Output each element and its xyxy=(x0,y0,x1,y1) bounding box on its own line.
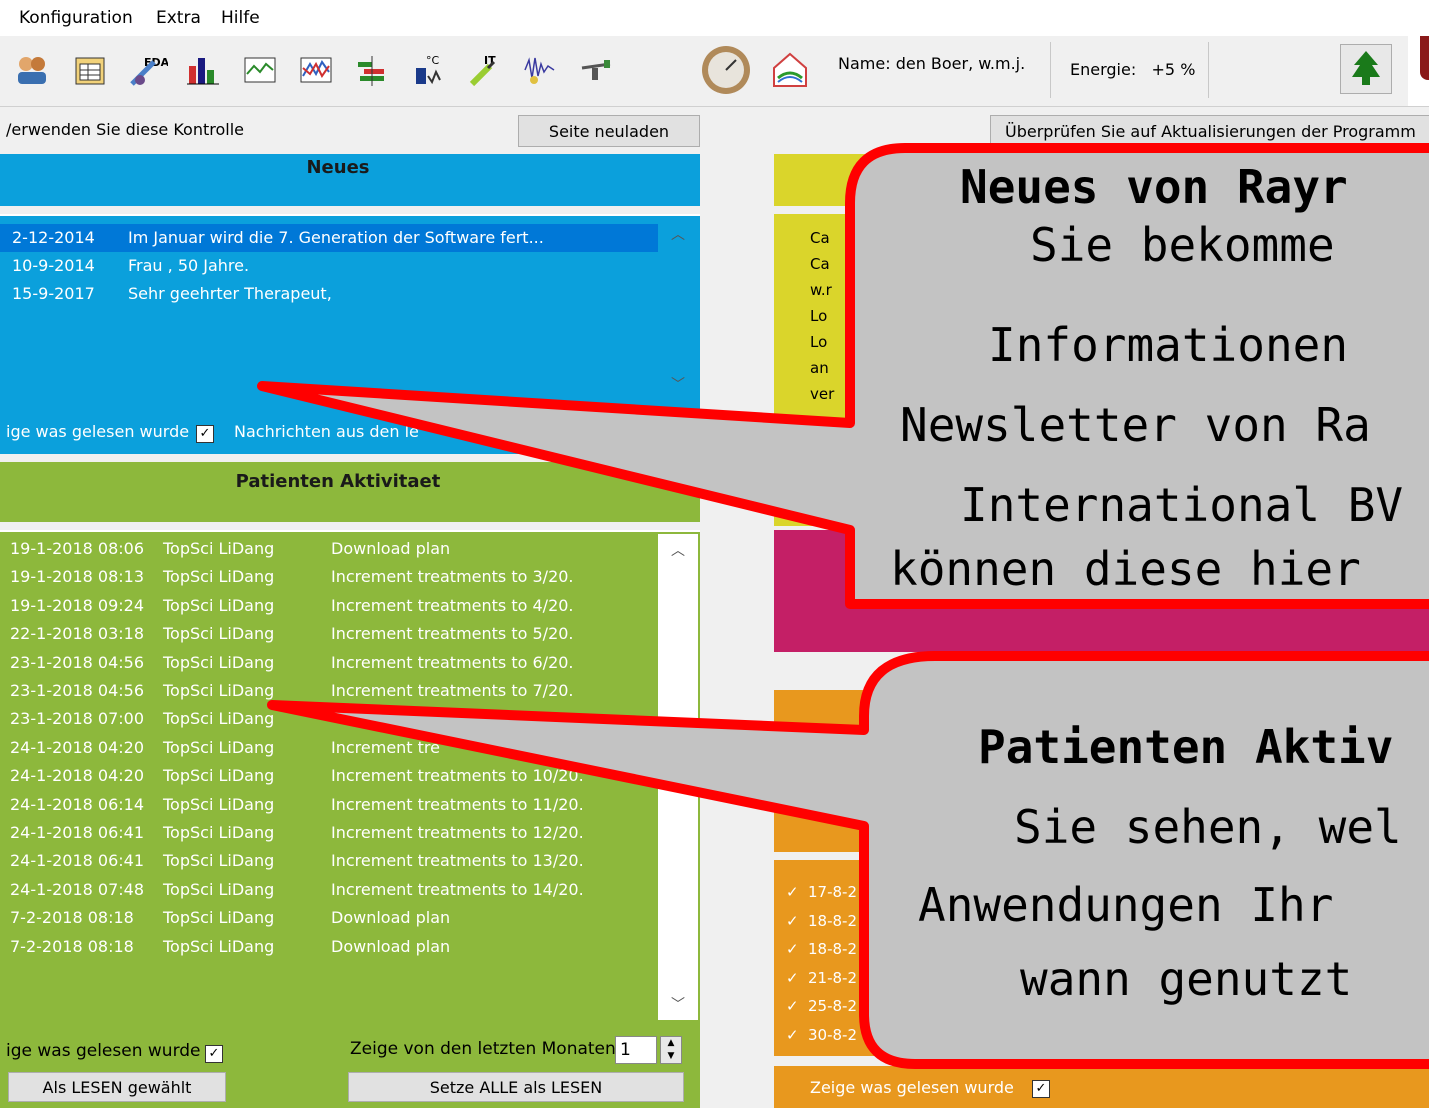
callout-1-title: Neues von Rayr xyxy=(960,160,1348,214)
callout-2-line: Anwendungen Ihr xyxy=(918,878,1334,932)
callout-1-line: Newsletter von Ra xyxy=(900,398,1371,452)
callout-2-line: wann genutzt xyxy=(1020,952,1353,1006)
callout-2-line: Sie sehen, wel xyxy=(1014,800,1402,854)
callout-1-line: International BV xyxy=(960,478,1404,532)
callout-2-title: Patienten Aktiv xyxy=(978,720,1394,774)
callout-1-line: Sie bekomme xyxy=(1030,218,1335,272)
callout-1-line: können diese hier xyxy=(890,542,1361,596)
callout-1-line: Informationen xyxy=(988,318,1349,372)
